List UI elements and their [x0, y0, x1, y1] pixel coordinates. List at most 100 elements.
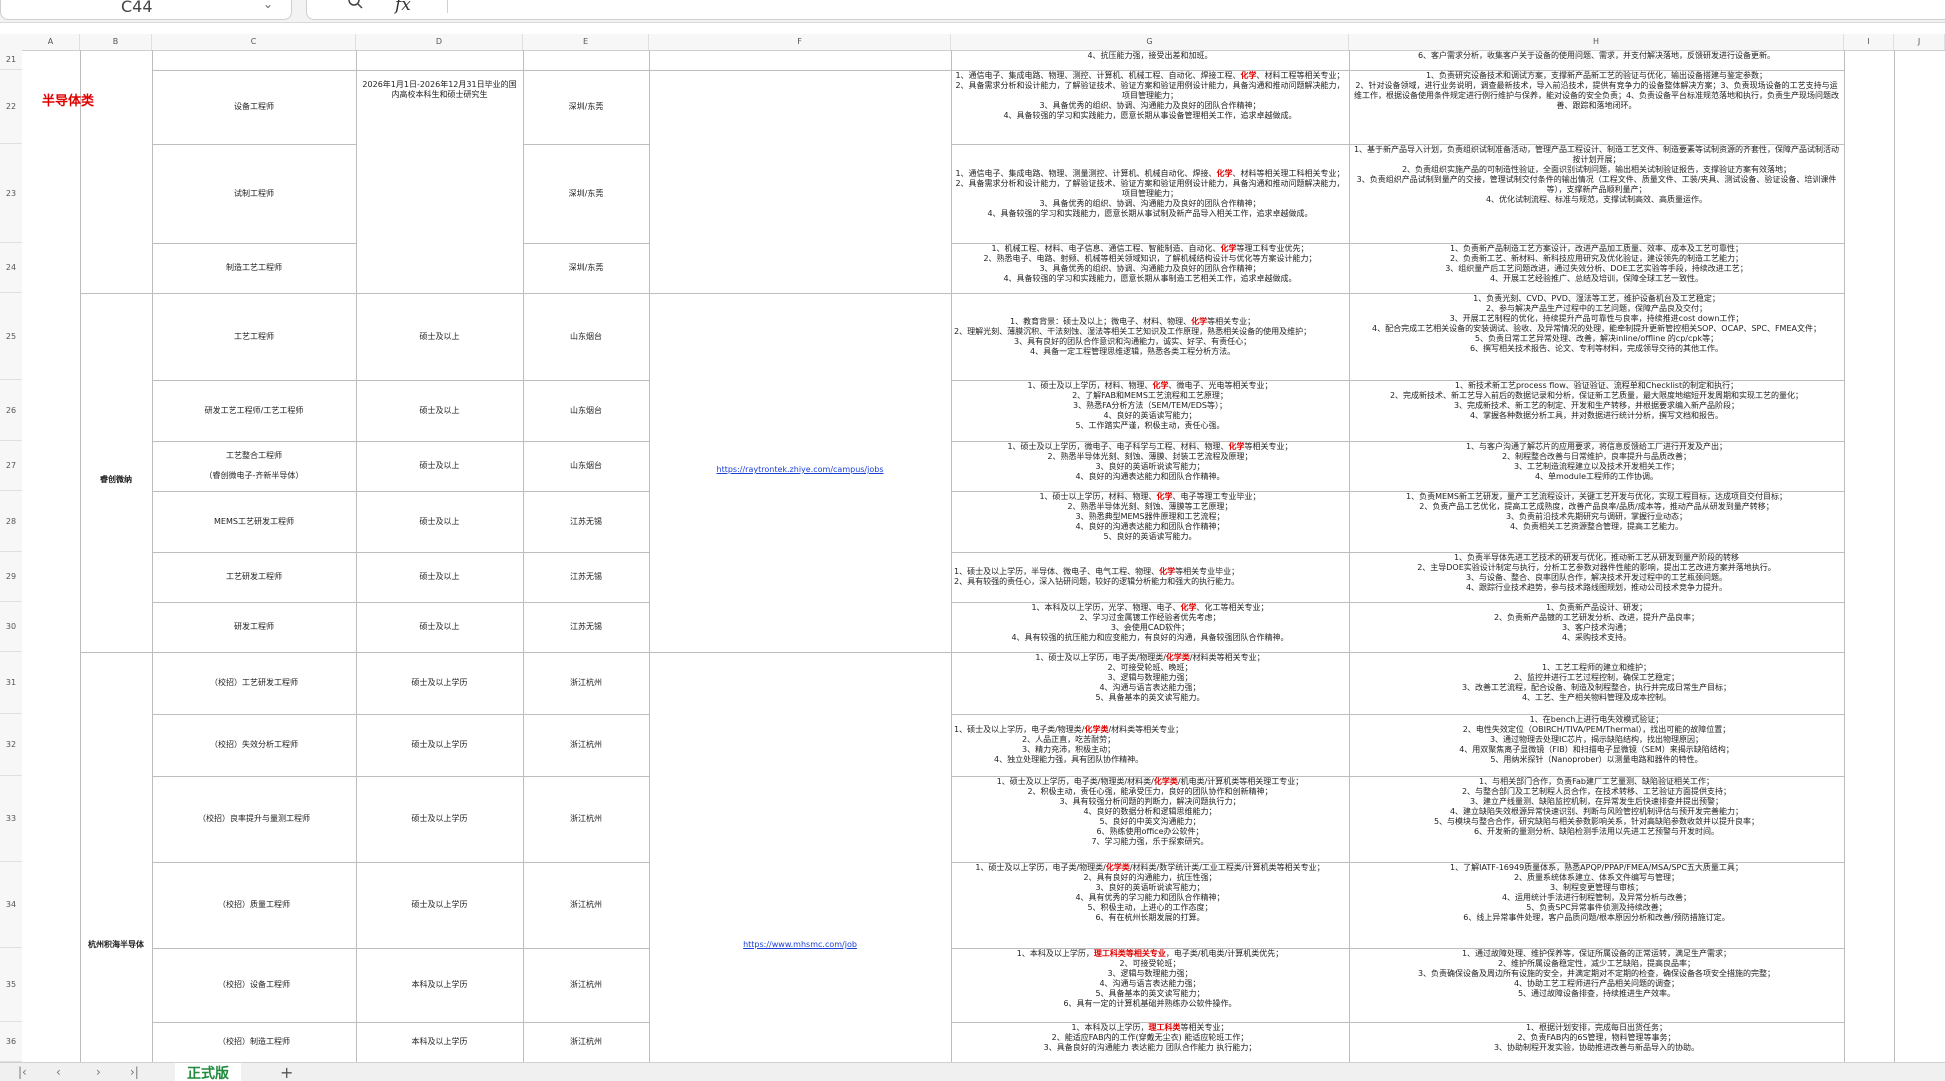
row-header[interactable]: 29: [0, 552, 22, 602]
first-sheet-icon[interactable]: |‹: [18, 1065, 27, 1079]
position-cell: （校招）设备工程师: [218, 980, 290, 989]
column-header-d[interactable]: D: [356, 34, 523, 50]
requirement-cell: 4、抗压能力强，接受出差和加班。: [1087, 51, 1213, 60]
formula-divider: [447, 0, 448, 13]
requirement-cell: 1、本科及以上学历，理工科类等相关专业； 2、能适应FAB内的工作(穿戴无尘衣)…: [1043, 1023, 1257, 1052]
location-cell: 山东烟台: [570, 461, 602, 470]
duty-cell: 1、与相关部门合作，负责Fab建厂工艺量测、缺陷验证相关工作； 2、与整合部门及…: [1433, 777, 1760, 836]
row-header[interactable]: 26: [0, 380, 22, 441]
row-header[interactable]: 33: [0, 776, 22, 862]
location-cell: 浙江杭州: [570, 900, 602, 909]
recruit-link[interactable]: https://www.mhsmc.com/job: [649, 935, 951, 955]
row-header[interactable]: 30: [0, 602, 22, 652]
degree-cell: 2026年1月1日-2026年12月31日毕业的国内高校本科生和硕士研究生: [362, 80, 517, 99]
position-cell: 工艺工程师: [234, 331, 274, 341]
row-header[interactable]: 22: [0, 70, 22, 144]
formula-bar: C44 ⌄ fx: [0, 0, 1945, 23]
position-cell: （校招）质量工程师: [218, 900, 290, 909]
name-box[interactable]: C44 ⌄: [0, 0, 292, 20]
duty-cell: 1、工艺工程师的建立和维护； 2、监控并进行工艺过程控制，确保工艺稳定； 3、改…: [1461, 663, 1732, 702]
column-header-a[interactable]: A: [22, 34, 80, 50]
position-cell: （校招）工艺研发工程师: [210, 678, 298, 687]
duty-cell: 1、基于新产品导入计划，负责组织试制准备活动，管理产品工程设计、制造工艺文件、制…: [1353, 145, 1840, 204]
row-header[interactable]: 28: [0, 491, 22, 552]
duty-cell: 1、负责新产品制造工艺方案设计，改进产品加工质量、效率、成本及工艺可靠性； 2、…: [1445, 244, 1748, 283]
column-header-c[interactable]: C: [152, 34, 356, 50]
column-header-f[interactable]: F: [649, 34, 951, 50]
requirement-cell: 1、机械工程、材料、电子信息、通信工程、智能制造、自动化、化学等理工科专业优先；…: [983, 244, 1317, 283]
degree-cell: 硕士及以上: [419, 461, 460, 470]
duty-cell: 1、在bench上进行电失效模式验证； 2、电性失效定位（OBIRCH/TIVA…: [1459, 715, 1734, 764]
location-cell: 江苏无锡: [570, 622, 602, 631]
position-cell: 试制工程师: [234, 188, 274, 198]
prev-sheet-icon[interactable]: ‹: [56, 1065, 61, 1079]
requirement-cell: 1、硕士及以上学历，材料、物理、化学、微电子、光电等相关专业； 2、了解FAB和…: [1027, 381, 1273, 430]
company-name: 杭州积海半导体: [88, 940, 144, 949]
formula-input-area[interactable]: fx: [306, 0, 1945, 20]
degree-cell: 硕士及以上学历: [411, 678, 468, 687]
duty-cell: 6、客户需求分析，收集客户关于设备的使用问题、需求，并支付解决落地，反馈研发进行…: [1417, 51, 1776, 60]
column-header-e[interactable]: E: [523, 34, 649, 50]
requirement-cell: 1、硕士及以上学历，电子类/物理类/化学类/材料类/数学统计类/工业工程类/计算…: [975, 863, 1325, 922]
degree-cell: 硕士及以上学历: [411, 900, 468, 909]
location-cell: 浙江杭州: [570, 980, 602, 989]
degree-cell: 硕士及以上: [419, 331, 460, 341]
select-all-corner[interactable]: [0, 34, 22, 50]
requirement-cell: 1、硕士以上学历，材料、物理、化学、电子等理工专业毕业； 2、熟悉半导体光刻、刻…: [1039, 492, 1261, 541]
column-header-h[interactable]: H: [1349, 34, 1844, 50]
location-cell: 深圳/东莞: [568, 102, 604, 111]
column-header-j[interactable]: J: [1894, 34, 1945, 50]
row-header[interactable]: 24: [0, 243, 22, 293]
degree-cell: 硕士及以上学历: [411, 740, 468, 749]
chevron-down-icon[interactable]: ⌄: [263, 0, 273, 11]
requirement-cell: 1、通信电子、集成电路、物理、测量测控、计算机、机械自动化、焊接、化学、材料等相…: [955, 168, 1345, 218]
column-header-b[interactable]: B: [80, 34, 152, 50]
row-header[interactable]: 25: [0, 293, 22, 380]
duty-cell: 1、根据计划安排，完成每日出货任务； 2、负责FAB内的6S管理，物料管理等事务…: [1493, 1023, 1700, 1052]
duty-cell: 1、负责研究设备技术和调试方案，支撑新产品新工艺的验证与优化，输出设备搭建与鉴定…: [1353, 71, 1840, 110]
add-sheet-icon[interactable]: +: [280, 1063, 293, 1081]
position-cell: （校招）良率提升与量测工程师: [198, 814, 310, 823]
duty-cell: 1、负责MEMS新工艺研发，量产工艺流程设计，关键工艺开发与优化，实现工程目标，…: [1405, 492, 1788, 531]
location-cell: 深圳/东莞: [568, 188, 604, 198]
degree-cell: 本科及以上学历: [411, 980, 468, 989]
row-header[interactable]: 36: [0, 1022, 22, 1062]
row-header[interactable]: 35: [0, 948, 22, 1022]
location-cell: 深圳/东莞: [568, 263, 604, 272]
recruit-link[interactable]: https://raytrontek.zhiye.com/campus/jobs: [649, 460, 951, 480]
requirement-cell: 1、教育背景：硕士及以上；微电子、材料、物理、化学等相关专业； 2、理解光刻、薄…: [954, 316, 1312, 356]
requirement-cell: 1、硕士及以上学历，电子类/物理类/化学类/材料类等相关专业； 2、人品正直，吃…: [954, 725, 1184, 764]
duty-cell: 1、与客户沟通了解芯片的应用要求，将信息反馈给工厂进行开发及产出； 2、制程整合…: [1465, 442, 1728, 481]
position-cell: 设备工程师: [234, 102, 274, 111]
position-cell: 工艺整合工程师 （睿创微电子-齐新半导体）: [204, 451, 304, 480]
cell-reference: C44: [121, 0, 153, 16]
last-sheet-icon[interactable]: ›|: [130, 1065, 139, 1079]
requirement-cell: 1、本科及以上学历，理工科类等相关专业，电子类/机电类/计算机类优先； 2、可接…: [1016, 949, 1284, 1008]
row-header[interactable]: 27: [0, 441, 22, 491]
row-header[interactable]: 34: [0, 862, 22, 948]
location-cell: 浙江杭州: [570, 814, 602, 823]
next-sheet-icon[interactable]: ›: [96, 1065, 101, 1079]
fx-icon[interactable]: fx: [395, 0, 411, 15]
spreadsheet-grid[interactable]: 半导体类 睿创微纳 杭州积海半导体 https://raytrontek.zhi…: [22, 50, 1945, 1062]
sheet-tab-active[interactable]: 正式版: [175, 1063, 241, 1081]
location-cell: 浙江杭州: [570, 678, 602, 687]
row-header[interactable]: 31: [0, 652, 22, 714]
degree-cell: 硕士及以上: [419, 622, 460, 631]
requirement-cell: 1、硕士及以上学历，微电子、电子科学与工程、材料、物理、化学等相关专业； 2、熟…: [1007, 442, 1293, 481]
position-cell: 制造工艺工程师: [226, 263, 282, 272]
row-header[interactable]: 21: [0, 50, 22, 70]
requirement-cell: 1、硕士及以上学历，电子类/物理类/化学类/材料类等相关专业； 2、可接受轮班、…: [1035, 653, 1265, 702]
location-cell: 江苏无锡: [570, 572, 602, 581]
zoom-icon[interactable]: [347, 0, 363, 9]
column-header-g[interactable]: G: [951, 34, 1349, 50]
row-header[interactable]: 32: [0, 714, 22, 776]
duty-cell: 1、负责新产品设计、研发； 2、负责新产品镀的工艺研发分析、改进，提升产品良率；…: [1493, 603, 1700, 642]
duty-cell: 1、负责光刻、CVD、PVD、湿法等工艺，维护设备机台及工艺稳定； 2、参与解决…: [1372, 294, 1821, 353]
requirement-cell: 1、硕士及以上学历，电子类/物理类/材料类/化学类/机电类/计算机类等相关理工专…: [996, 777, 1304, 846]
duty-cell: 1、了解IATF-16949质量体系，熟悉APQP/PPAP/FMEA/MSA/…: [1450, 863, 1743, 922]
row-header[interactable]: 23: [0, 144, 22, 243]
column-header-i[interactable]: I: [1844, 34, 1894, 50]
degree-cell: 硕士及以上: [419, 572, 460, 581]
requirement-cell: 1、硕士及以上学历，半导体、微电子、电气工程、物理、化学等相关专业毕业； 2、具…: [954, 567, 1240, 586]
